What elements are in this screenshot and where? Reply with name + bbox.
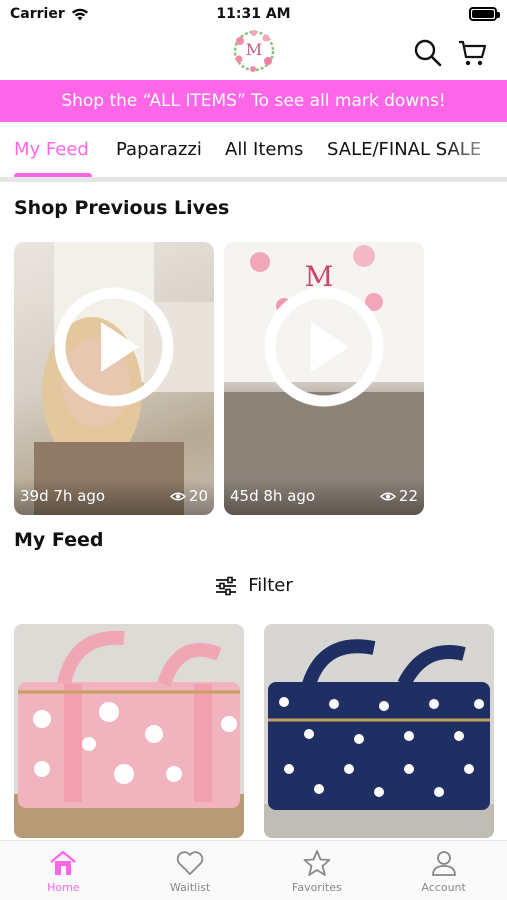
nav-waitlist-label: Waitlist <box>169 881 211 894</box>
star-icon <box>303 850 331 876</box>
heart-icon <box>176 851 204 875</box>
logo-letter: M <box>245 40 263 59</box>
live-views-count: 22 <box>398 487 418 505</box>
tab-all-items[interactable]: All Items <box>225 139 303 160</box>
live-video-card[interactable]: 39d 7h ago 20 <box>14 242 214 515</box>
live-views: 22 <box>379 487 418 505</box>
home-icon <box>50 850 77 875</box>
tabs-fade <box>447 122 507 180</box>
battery-icon <box>469 7 500 21</box>
search-icon[interactable] <box>413 38 443 68</box>
cart-icon[interactable] <box>457 38 487 68</box>
shop-logo[interactable]: M <box>231 28 277 74</box>
promo-text: Shop the “ALL ITEMS” To see all mark dow… <box>61 91 446 111</box>
nav-favorites-label: Favorites <box>292 881 342 894</box>
tab-my-feed[interactable]: My Feed <box>14 139 89 160</box>
play-icon[interactable] <box>53 286 175 408</box>
status-bar: Carrier 11:31 AM <box>0 0 507 28</box>
tabs-divider <box>0 177 507 182</box>
status-time: 11:31 AM <box>216 6 291 22</box>
nav-account[interactable]: Account <box>380 841 507 900</box>
live-age: 39d 7h ago <box>20 487 106 505</box>
live-views-count: 20 <box>188 487 208 505</box>
section-title-previous-lives: Shop Previous Lives <box>14 197 230 219</box>
product-card[interactable] <box>14 624 244 838</box>
person-icon <box>431 851 456 876</box>
eye-icon <box>169 492 186 500</box>
pink-daisy-cooler-bag-image <box>14 624 244 838</box>
navy-polka-dot-cooler-bag-image <box>264 624 494 838</box>
section-title-my-feed: My Feed <box>14 529 104 551</box>
nav-waitlist[interactable]: Waitlist <box>127 841 254 900</box>
live-age: 45d 8h ago <box>230 487 316 505</box>
nav-favorites[interactable]: Favorites <box>254 841 381 900</box>
product-card[interactable] <box>264 624 494 838</box>
filter-label: Filter <box>248 575 293 596</box>
sliders-icon <box>216 576 237 595</box>
live-views: 20 <box>169 487 208 505</box>
filter-button[interactable]: Filter <box>0 575 507 596</box>
nav-home[interactable]: Home <box>0 841 127 900</box>
tab-paparazzi[interactable]: Paparazzi <box>116 139 202 160</box>
promo-banner[interactable]: Shop the “ALL ITEMS” To see all mark dow… <box>0 80 507 122</box>
feed-tabs: My Feed Paparazzi All Items SALE/FINAL S… <box>0 122 507 180</box>
app-header: M <box>0 28 507 80</box>
bottom-tab-bar: Home Waitlist Favorites Account <box>0 840 507 900</box>
play-icon[interactable] <box>263 286 385 408</box>
nav-account-label: Account <box>421 881 466 894</box>
eye-icon <box>379 492 396 500</box>
live-video-card[interactable]: M 45d 8h ago 22 <box>224 242 424 515</box>
nav-home-label: Home <box>47 881 80 894</box>
